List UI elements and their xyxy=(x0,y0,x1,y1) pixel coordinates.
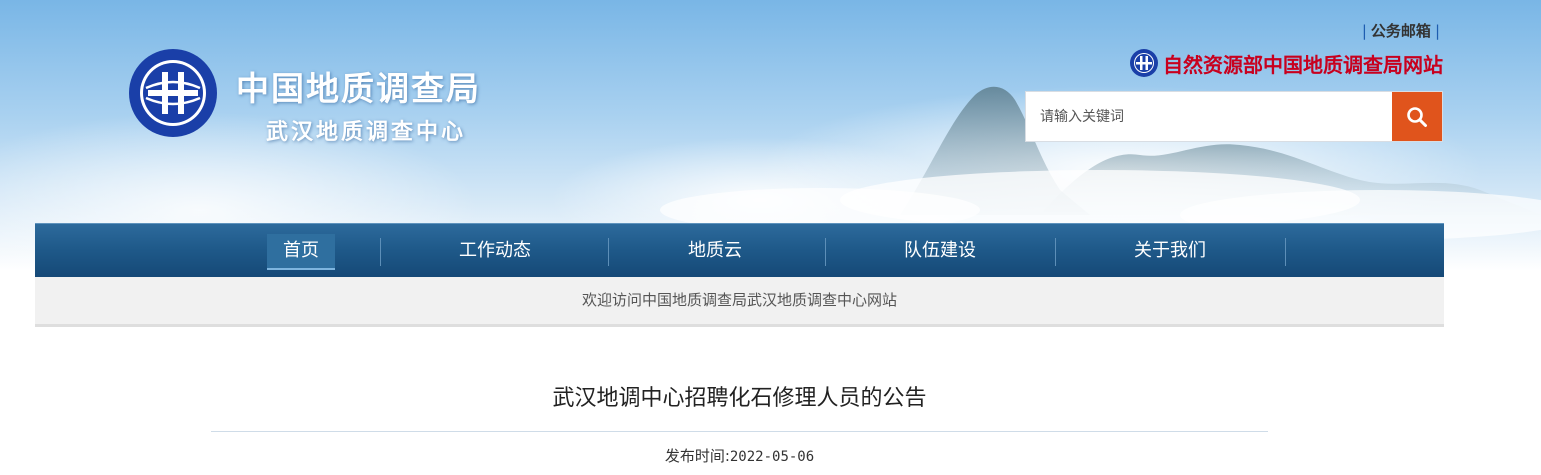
cgs-logo[interactable] xyxy=(128,48,218,138)
nav-item-work-news[interactable]: 工作动态 xyxy=(410,224,580,278)
publish-date-label: 发布时间: xyxy=(664,447,730,465)
main-nav: 首页 工作动态 地质云 队伍建设 关于我们 xyxy=(35,223,1444,278)
separator: | xyxy=(1434,22,1440,40)
nav-item-team[interactable]: 队伍建设 xyxy=(855,224,1025,278)
nav-separator xyxy=(825,238,826,266)
cgs-emblem-small-icon xyxy=(1130,49,1158,77)
separator: | xyxy=(1361,22,1367,40)
nav-separator xyxy=(1285,238,1286,266)
welcome-bar: 欢迎访问中国地质调查局武汉地质调查中心网站 xyxy=(35,277,1444,327)
mail-link[interactable]: | 公务邮箱 | xyxy=(1358,20,1444,41)
publish-date-value: 2022-05-06 xyxy=(729,449,815,465)
ministry-link-label: 自然资源部中国地质调查局网站 xyxy=(1163,52,1443,77)
nav-item-label: 地质云 xyxy=(688,240,742,261)
cgs-emblem-icon xyxy=(129,49,217,137)
search-button[interactable] xyxy=(1392,92,1442,141)
publish-date: 发布时间:2022-05-06 xyxy=(211,445,1268,466)
nav-separator xyxy=(608,238,609,266)
nav-separator xyxy=(380,238,381,266)
nav-item-label: 首页 xyxy=(267,234,335,270)
article-title: 武汉地调中心招聘化石修理人员的公告 xyxy=(552,386,927,411)
site-title: 中国地质调查局 xyxy=(236,69,481,108)
nav-item-label: 关于我们 xyxy=(1134,240,1206,261)
nav-item-about[interactable]: 关于我们 xyxy=(1085,224,1255,278)
welcome-text: 欢迎访问中国地质调查局武汉地质调查中心网站 xyxy=(581,291,897,309)
nav-item-label: 工作动态 xyxy=(459,240,531,261)
nav-item-geocloud[interactable]: 地质云 xyxy=(645,224,785,278)
nav-item-label: 队伍建设 xyxy=(904,240,976,261)
site-subtitle: 武汉地质调查中心 xyxy=(266,119,467,145)
mail-link-label: 公务邮箱 xyxy=(1370,22,1431,40)
search-box xyxy=(1025,91,1443,142)
search-input[interactable] xyxy=(1026,92,1392,141)
search-icon xyxy=(1407,106,1427,127)
divider xyxy=(211,431,1268,432)
ministry-link[interactable]: 自然资源部中国地质调查局网站 xyxy=(1129,48,1443,78)
nav-separator xyxy=(1055,238,1056,266)
nav-item-home[interactable]: 首页 xyxy=(248,224,354,278)
